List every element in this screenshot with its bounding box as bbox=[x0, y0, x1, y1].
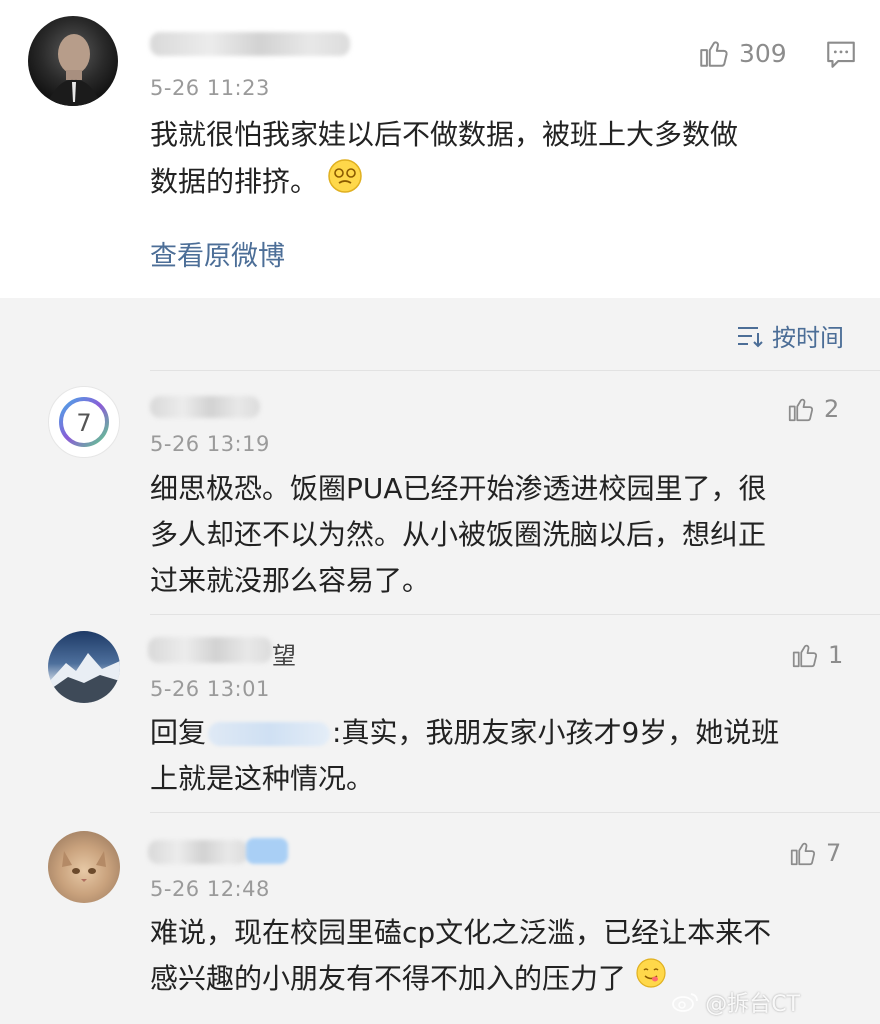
comment-like-count: 7 bbox=[826, 839, 842, 867]
thumbs-up-icon bbox=[700, 41, 728, 67]
post-text-line1: 我就很怕我家娃以后不做数据，被班上大多数做 bbox=[150, 118, 739, 151]
watermark-text: @拆台CT bbox=[705, 992, 800, 1017]
post-text: 我就很怕我家娃以后不做数据，被班上大多数做 数据的排挤。 bbox=[150, 112, 850, 208]
comment-author-name-blurred-accent[interactable] bbox=[246, 838, 288, 864]
post-timestamp: 5-26 11:23 bbox=[150, 76, 270, 100]
comment-text-line: 多人却还不以为然。从小被饭圈洗脑以后，想纠正 bbox=[150, 518, 767, 551]
comment-timestamp: 5-26 13:19 bbox=[150, 432, 270, 456]
sort-divider bbox=[150, 370, 880, 371]
face-savoring-emoji-icon bbox=[635, 957, 667, 1003]
comment-divider bbox=[150, 812, 880, 813]
comment-text-line: 上就是这种情况。 bbox=[150, 762, 375, 795]
thumbs-up-icon bbox=[792, 644, 818, 668]
colorful-ring-avatar-icon: 7 bbox=[59, 397, 109, 447]
comment-author-name-blurred[interactable] bbox=[148, 637, 272, 663]
post-author-avatar[interactable] bbox=[28, 16, 118, 106]
comment-like-button[interactable]: 2 bbox=[786, 394, 839, 424]
weibo-logo-icon bbox=[672, 993, 699, 1012]
post-text-line2: 数据的排挤。 bbox=[150, 165, 319, 198]
avatar-badge-number: 7 bbox=[76, 409, 91, 437]
comment-like-button[interactable]: 1 bbox=[790, 640, 843, 670]
dizzy-face-emoji-icon bbox=[327, 158, 363, 208]
comment-text: 细思极恐。饭圈PUA已经开始渗透进校园里了，很 多人却还不以为然。从小被饭圈洗脑… bbox=[150, 466, 850, 604]
sort-by-time-button[interactable]: 按时间 bbox=[736, 318, 844, 353]
comment-text-line: 感兴趣的小朋友有不得不加入的压力了 bbox=[150, 962, 627, 995]
view-original-weibo-link[interactable]: 查看原微博 bbox=[150, 234, 285, 273]
comment-text-line: 回复 :真实，我朋友家小孩才9岁，她说班 bbox=[150, 710, 850, 756]
post-author-name-blurred[interactable] bbox=[150, 32, 350, 56]
reply-text-rest: :真实，我朋友家小孩才9岁，她说班 bbox=[332, 716, 780, 749]
comment-author-name-tail[interactable]: 望 bbox=[272, 636, 296, 671]
cat-avatar-image bbox=[62, 851, 106, 882]
comment-avatar[interactable] bbox=[48, 631, 120, 703]
reply-prefix: 回复 bbox=[150, 716, 207, 749]
thumbs-up-icon bbox=[788, 398, 814, 422]
comment-like-button[interactable]: 7 bbox=[788, 838, 841, 868]
comment-like-count: 2 bbox=[824, 395, 840, 423]
post-like-button[interactable]: 309 bbox=[697, 36, 787, 70]
post-text-line2-wrap: 数据的排挤。 bbox=[150, 158, 850, 208]
comment-avatar[interactable] bbox=[48, 831, 120, 903]
main-post-card: 5-26 11:23 309 我就很怕我家娃以后不做数据，被班上大多数做 数据的… bbox=[0, 0, 880, 298]
sort-label: 按时间 bbox=[772, 324, 844, 352]
post-like-count: 309 bbox=[739, 38, 787, 68]
comment-text-line: 难说，现在校园里磕cp文化之泛滥，已经让本来不 bbox=[150, 916, 772, 949]
post-comment-button[interactable] bbox=[824, 38, 858, 74]
watermark: @拆台CT bbox=[671, 986, 800, 1018]
comment-timestamp: 5-26 12:48 bbox=[150, 877, 270, 901]
sort-icon bbox=[738, 326, 763, 347]
comment-icon bbox=[827, 41, 855, 68]
comment-text-line: 过来就没那么容易了。 bbox=[150, 564, 431, 597]
comment-text-line: 细思极恐。饭圈PUA已经开始渗透进校园里了，很 bbox=[150, 472, 767, 505]
mountain-avatar-image bbox=[48, 653, 120, 703]
comment-like-count: 1 bbox=[828, 641, 844, 669]
comment-avatar[interactable]: 7 bbox=[48, 386, 120, 458]
thumbs-up-icon bbox=[790, 842, 816, 866]
reply-mention-blurred[interactable] bbox=[208, 722, 331, 746]
comment-author-name-blurred[interactable] bbox=[150, 396, 260, 418]
comment-text: 回复 :真实，我朋友家小孩才9岁，她说班 上就是这种情况。 bbox=[150, 710, 850, 802]
avatar-portrait-image bbox=[46, 34, 102, 106]
comment-divider bbox=[150, 614, 880, 615]
comment-author-name-blurred[interactable] bbox=[148, 840, 248, 864]
comment-timestamp: 5-26 13:01 bbox=[150, 677, 270, 701]
